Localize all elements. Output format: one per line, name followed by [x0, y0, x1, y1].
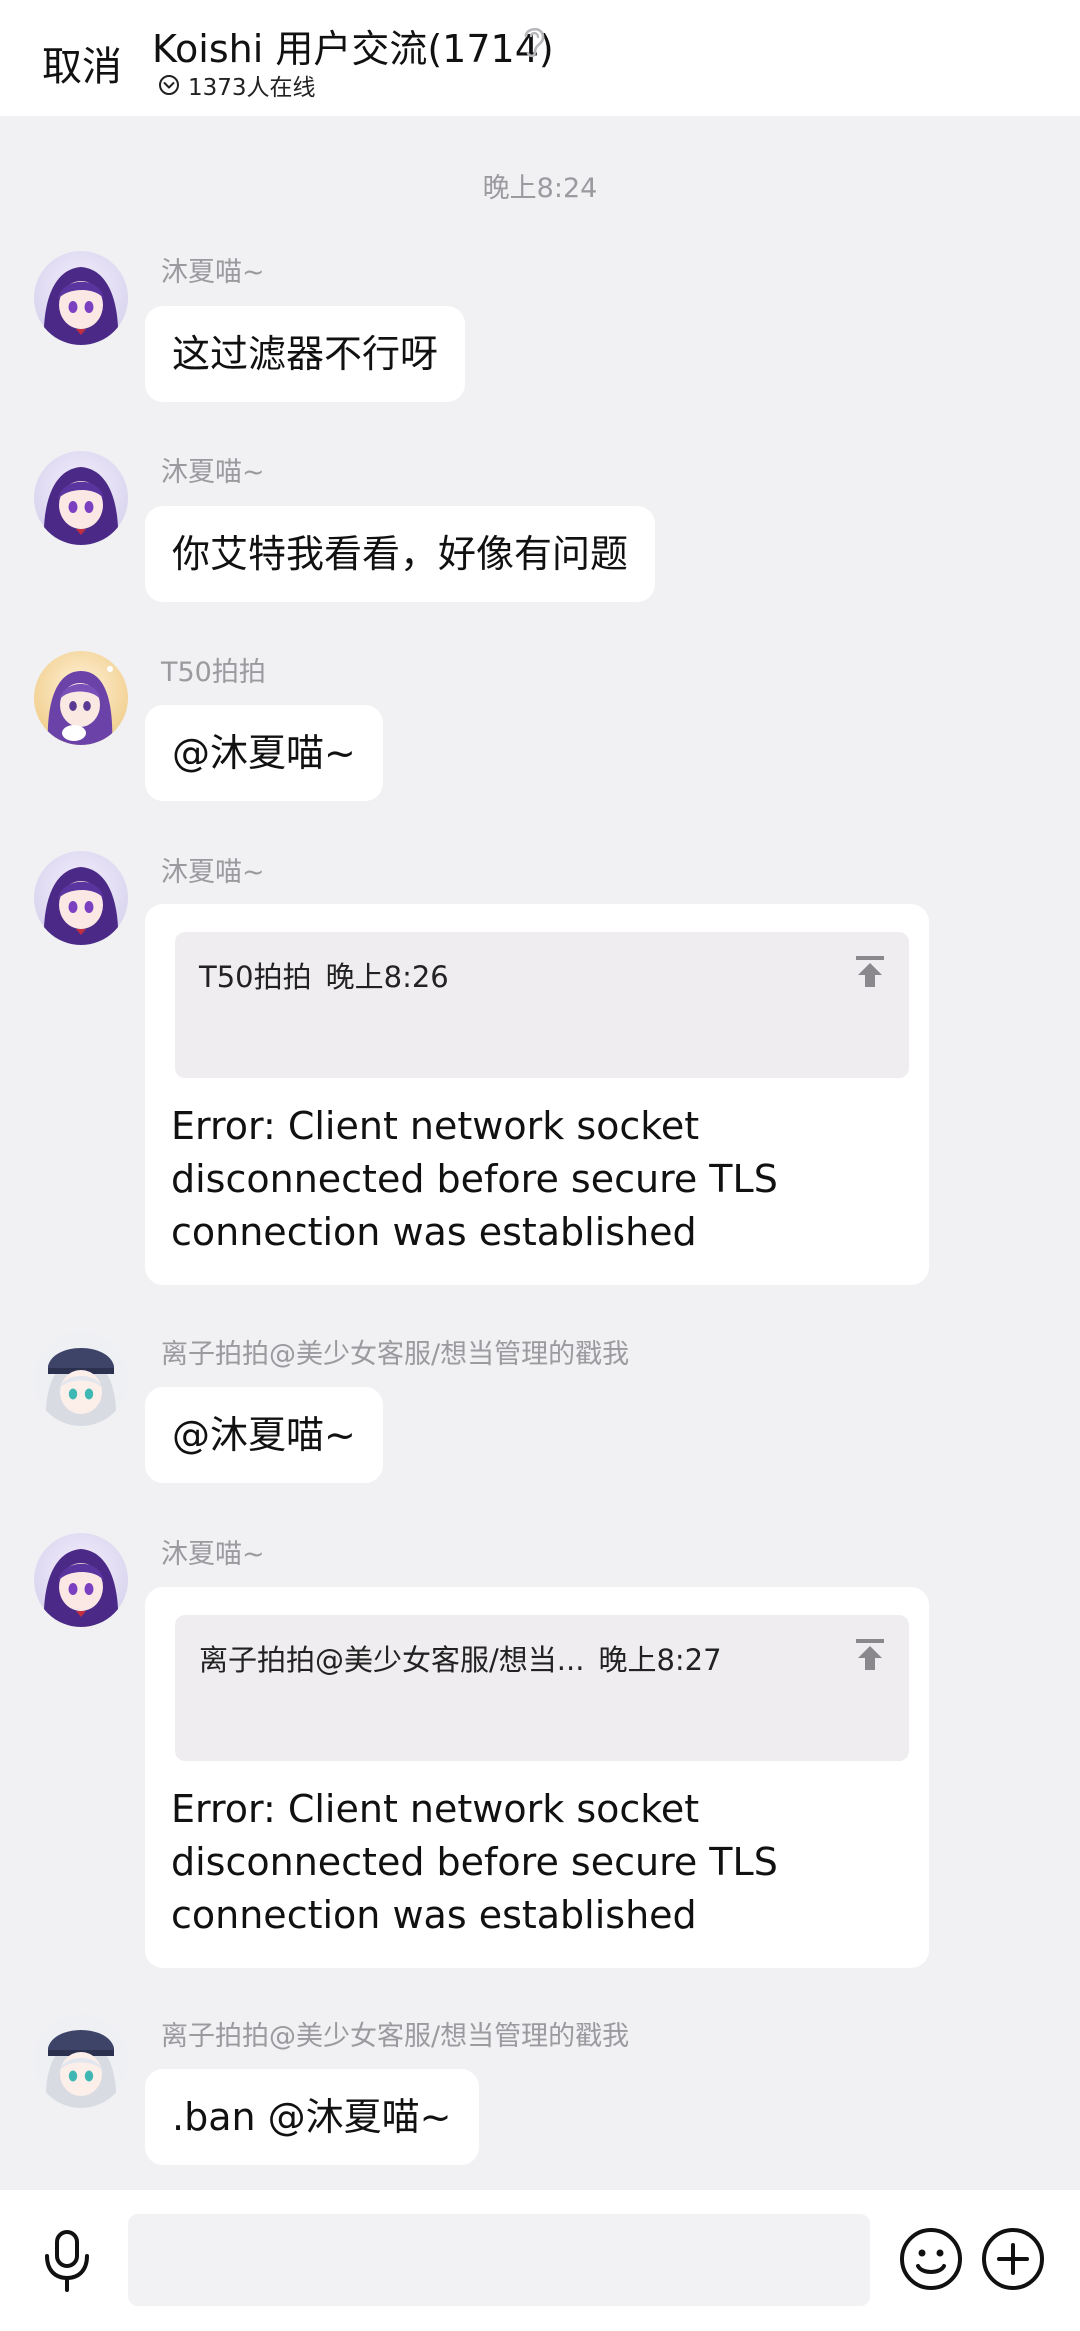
sender-name: 沐夏喵~: [161, 257, 265, 288]
quoted-sender: T50拍拍: [199, 960, 312, 994]
purple-hair-avatar-icon: [34, 1533, 128, 1627]
reply-message-bubble[interactable]: T50拍拍 晚上8:26 Error: Client network socket…: [145, 904, 929, 1285]
avatar[interactable]: [34, 651, 128, 745]
group-title[interactable]: Koishi 用户交流(1714): [152, 18, 554, 73]
online-status[interactable]: 1373人在线: [158, 68, 316, 102]
quoted-sender: 离子拍拍@美少女客服/想当...: [199, 1643, 585, 1677]
sender-name: T50拍拍: [161, 657, 266, 688]
purple-hair-avatar-icon: [34, 251, 128, 345]
message-text: Error: Client network socket disconnecte…: [171, 1104, 778, 1254]
message-input[interactable]: [128, 2214, 870, 2306]
quoted-header: 离子拍拍@美少女客服/想当... 晚上8:27: [199, 1637, 722, 1679]
blonde-avatar-icon: [34, 651, 128, 745]
plus-icon[interactable]: [980, 2226, 1046, 2292]
chat-header: 取消 Koishi 用户交流(1714) 1373人在线: [0, 0, 1080, 116]
reply-message-bubble[interactable]: 离子拍拍@美少女客服/想当... 晚上8:27 Error: Client net…: [145, 1587, 929, 1968]
input-bar: [0, 2190, 1080, 2331]
purple-hair-avatar-icon: [34, 851, 128, 945]
message-bubble[interactable]: .ban @沐夏喵~: [145, 2069, 479, 2165]
sender-name: 沐夏喵~: [161, 457, 265, 488]
avatar[interactable]: [34, 1332, 128, 1426]
avatar[interactable]: [34, 2014, 128, 2108]
silver-hair-avatar-icon: [34, 2014, 128, 2108]
emoji-icon[interactable]: [898, 2226, 964, 2292]
message-bubble[interactable]: 这过滤器不行呀: [145, 306, 466, 402]
microphone-icon[interactable]: [40, 2228, 94, 2294]
purple-hair-avatar-icon: [34, 451, 128, 545]
avatar[interactable]: [34, 251, 128, 345]
sender-name: 离子拍拍@美少女客服/想当管理的戳我: [161, 2021, 630, 2052]
message-text: Error: Client network socket disconnecte…: [171, 1787, 778, 1937]
message-bubble[interactable]: @沐夏喵~: [145, 705, 383, 801]
cancel-button[interactable]: 取消: [42, 34, 122, 92]
avatar[interactable]: [34, 851, 128, 945]
online-count: 1373人在线: [188, 75, 316, 101]
timestamp: 晚上8:24: [482, 173, 598, 204]
quoted-message[interactable]: T50拍拍 晚上8:26: [175, 932, 909, 1078]
quoted-time: 晚上8:27: [598, 1643, 722, 1677]
sender-name: 沐夏喵~: [161, 1539, 265, 1570]
jump-to-top-icon[interactable]: [853, 1637, 887, 1673]
jump-to-top-icon[interactable]: [853, 954, 887, 990]
sender-name: 离子拍拍@美少女客服/想当管理的戳我: [161, 1339, 630, 1370]
sender-name: 沐夏喵~: [161, 857, 265, 888]
avatar[interactable]: [34, 451, 128, 545]
quoted-time: 晚上8:26: [325, 960, 449, 994]
quoted-message[interactable]: 离子拍拍@美少女客服/想当... 晚上8:27: [175, 1615, 909, 1761]
chevron-down-icon: [159, 75, 179, 95]
avatar[interactable]: [34, 1533, 128, 1627]
message-bubble[interactable]: 你艾特我看看，好像有问题: [145, 506, 656, 602]
silver-hair-avatar-icon: [34, 1332, 128, 1426]
quoted-header: T50拍拍 晚上8:26: [199, 954, 449, 996]
ear-icon[interactable]: [520, 22, 550, 60]
message-bubble[interactable]: @沐夏喵~: [145, 1387, 383, 1483]
